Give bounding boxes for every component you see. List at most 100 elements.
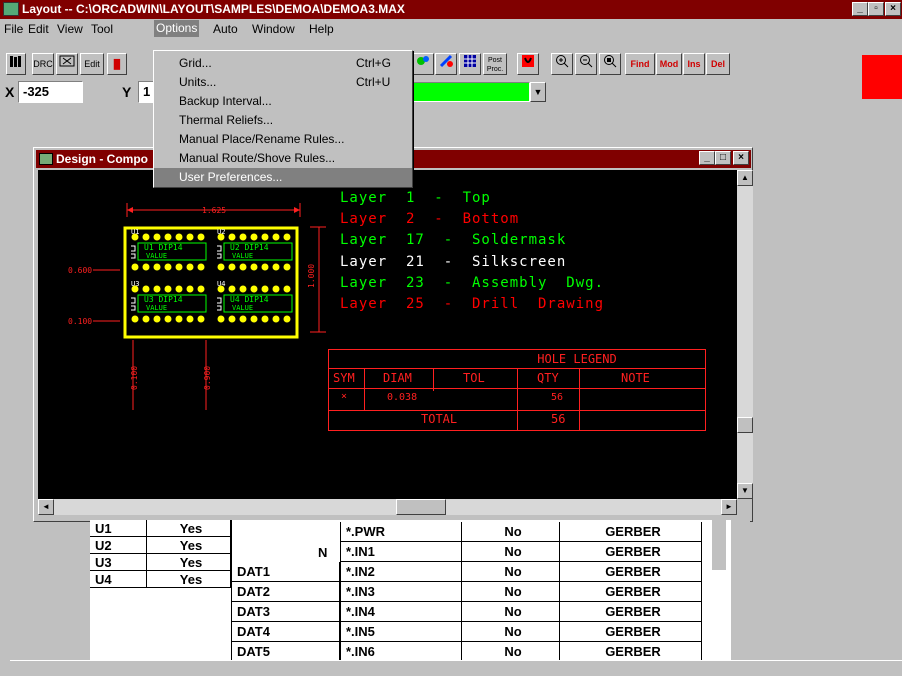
pad <box>163 314 173 324</box>
menu-view[interactable]: View <box>57 22 83 36</box>
layer-flag-cell[interactable]: No <box>462 542 560 562</box>
layer-flag-cell[interactable]: No <box>462 622 560 642</box>
scroll-down-icon[interactable]: ▼ <box>737 483 753 499</box>
scroll-left-icon[interactable]: ◄ <box>38 499 54 515</box>
scroll-up-icon[interactable]: ▲ <box>737 170 753 186</box>
design-minimize-button[interactable]: _ <box>699 151 715 165</box>
menu-item-grid[interactable]: Grid... Ctrl+G <box>154 54 412 73</box>
menu-item-manual-route-rules[interactable]: Manual Route/Shove Rules... <box>154 149 412 168</box>
online-drc-icon[interactable] <box>517 53 539 75</box>
menu-tool[interactable]: Tool <box>91 22 113 36</box>
component-u3[interactable]: U3 DIP14VALUE U3 <box>130 280 207 324</box>
layer-combo[interactable] <box>408 82 530 102</box>
pad <box>141 284 151 294</box>
layer-name-cell[interactable]: *.IN1 <box>340 542 462 562</box>
layer-name-cell[interactable]: *.IN5 <box>340 622 462 642</box>
layer-type-cell[interactable]: GERBER <box>560 562 702 582</box>
sheet-scroll-thumb[interactable] <box>712 520 726 570</box>
layer-type-cell[interactable]: GERBER <box>560 522 702 542</box>
pad <box>282 232 292 242</box>
toolbar-icon-red[interactable]: █ <box>107 53 127 75</box>
layer-name-cell[interactable]: *.IN6 <box>340 642 462 662</box>
spreadsheet-icon[interactable] <box>459 53 481 75</box>
part-ref-cell[interactable]: U1 <box>90 520 147 537</box>
layer-type-cell[interactable]: GERBER <box>560 542 702 562</box>
dat-cell[interactable]: DAT2 <box>232 582 340 602</box>
layer-type-cell[interactable]: GERBER <box>560 642 702 662</box>
library-icon[interactable] <box>6 53 26 75</box>
ins-button[interactable]: Ins <box>683 53 705 75</box>
layer-name-cell[interactable]: *.IN4 <box>340 602 462 622</box>
component-u1[interactable]: U1 DIP14VALUE U1 <box>130 228 207 272</box>
hole-legend-header-tol: TOL <box>463 371 485 385</box>
maximize-button[interactable]: ▫ <box>868 2 884 16</box>
menu-options[interactable]: Options <box>154 20 200 37</box>
layer-flag-cell[interactable]: No <box>462 562 560 582</box>
component-u2[interactable]: U2 DIP14VALUE U2 <box>216 228 293 272</box>
close-button[interactable]: × <box>885 2 901 16</box>
minimize-button[interactable]: _ <box>852 2 868 16</box>
menu-item-prefs-label: User Preferences... <box>179 170 283 184</box>
pad <box>174 262 184 272</box>
menu-file[interactable]: File <box>4 22 23 36</box>
layer-type-cell[interactable]: GERBER <box>560 622 702 642</box>
menu-item-user-preferences[interactable]: User Preferences... <box>154 168 412 187</box>
app-icon[interactable] <box>3 2 19 16</box>
design-vertical-scrollbar[interactable]: ▲ ▼ <box>737 170 753 499</box>
layer-name-cell[interactable]: *.IN3 <box>340 582 462 602</box>
scroll-right-icon[interactable]: ► <box>721 499 737 515</box>
layer-flag-cell[interactable]: No <box>462 582 560 602</box>
menu-item-backup-interval[interactable]: Backup Interval... <box>154 92 412 111</box>
pad <box>163 232 173 242</box>
color-icon[interactable] <box>412 53 434 75</box>
menu-item-thermal-reliefs[interactable]: Thermal Reliefs... <box>154 111 412 130</box>
dat-cell[interactable]: DAT4 <box>232 622 340 642</box>
hole-legend-total-label: TOTAL <box>421 412 458 426</box>
part-value-cell[interactable]: Yes <box>147 537 231 554</box>
design-canvas[interactable]: 1.625 1.000 0.600 0.100 0.100 0.900 U1 D… <box>38 170 737 499</box>
find-button[interactable]: Find <box>625 53 655 75</box>
component-u4[interactable]: U4 DIP14VALUE U4 <box>216 280 293 324</box>
design-maximize-button[interactable]: □ <box>715 151 731 165</box>
mod-button[interactable]: Mod <box>656 53 682 75</box>
part-ref-cell[interactable]: U2 <box>90 537 147 554</box>
layer-type-cell[interactable]: GERBER <box>560 602 702 622</box>
layer-type-cell[interactable]: GERBER <box>560 582 702 602</box>
menu-auto[interactable]: Auto <box>213 22 238 36</box>
query-icon[interactable] <box>56 53 78 75</box>
layer-name-cell[interactable]: *.PWR <box>340 522 462 542</box>
zoom-all-icon[interactable] <box>599 53 621 75</box>
route-icon[interactable] <box>435 53 457 75</box>
post-process-button[interactable]: Post Proc. <box>483 53 507 75</box>
vertical-scroll-thumb[interactable] <box>737 417 753 433</box>
design-close-button[interactable]: × <box>733 151 749 165</box>
dat-cell[interactable]: DAT3 <box>232 602 340 622</box>
menu-window[interactable]: Window <box>252 22 295 36</box>
menu-edit[interactable]: Edit <box>28 22 49 36</box>
dat-cell[interactable]: DAT1 <box>232 562 340 582</box>
layer-name-cell[interactable]: *.IN2 <box>340 562 462 582</box>
menu-item-manual-place-rules[interactable]: Manual Place/Rename Rules... <box>154 130 412 149</box>
part-value-cell[interactable]: Yes <box>147 571 231 588</box>
layer-flag-cell[interactable]: No <box>462 602 560 622</box>
chevron-down-icon[interactable]: ▼ <box>530 82 546 102</box>
menu-item-units[interactable]: Units... Ctrl+U <box>154 73 412 92</box>
part-value-cell[interactable]: Yes <box>147 520 231 537</box>
layer-flag-cell[interactable]: No <box>462 522 560 542</box>
sheet-scroll-track[interactable] <box>731 520 750 662</box>
zoom-out-icon[interactable] <box>575 53 597 75</box>
drc-button[interactable]: DRC <box>32 53 54 75</box>
menu-help[interactable]: Help <box>309 22 334 36</box>
horizontal-scroll-thumb[interactable] <box>396 499 446 515</box>
app-title: Layout -- C:\ORCADWIN\LAYOUT\SAMPLES\DEM… <box>22 2 405 16</box>
part-value-cell[interactable]: Yes <box>147 554 231 571</box>
del-button[interactable]: Del <box>706 53 730 75</box>
part-ref-cell[interactable]: U3 <box>90 554 147 571</box>
edit-button[interactable]: Edit <box>80 53 104 75</box>
design-horizontal-scrollbar[interactable]: ◄ ► <box>38 499 737 515</box>
design-window-icon[interactable] <box>39 153 53 165</box>
layer-flag-cell[interactable]: No <box>462 642 560 662</box>
zoom-in-icon[interactable] <box>551 53 573 75</box>
dat-cell[interactable]: DAT5 <box>232 642 340 662</box>
part-ref-cell[interactable]: U4 <box>90 571 147 588</box>
